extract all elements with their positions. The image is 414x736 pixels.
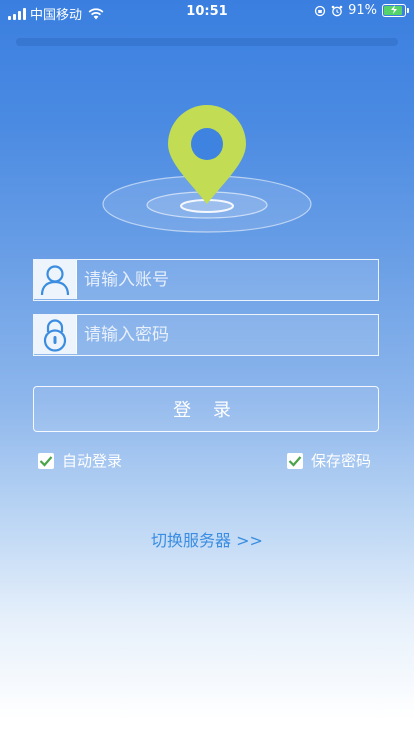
login-button[interactable]: 登 录 [33, 386, 379, 432]
password-input[interactable] [84, 315, 374, 354]
account-input[interactable] [84, 260, 374, 299]
account-field[interactable] [33, 259, 379, 301]
password-field[interactable] [33, 314, 379, 356]
save-password-label: 保存密码 [311, 452, 372, 470]
login-screen: 中国移动 10:51 91% 请输入账号 登 录 自动登录 保存密码 切换服务器… [0, 0, 414, 736]
checkmark-icon [39, 455, 53, 467]
status-right: 91% [314, 3, 409, 18]
account-icon-box [34, 260, 77, 299]
battery-percent: 91% [348, 3, 377, 18]
checkmark-icon [288, 455, 302, 467]
alarm-icon [331, 5, 343, 16]
password-icon-box [34, 315, 77, 354]
save-password-checkbox[interactable] [287, 452, 303, 469]
lock-icon [43, 318, 67, 352]
header-band [16, 38, 398, 46]
status-bar: 中国移动 10:51 91% [0, 0, 414, 24]
rotation-lock-icon [314, 5, 326, 16]
switch-server-link[interactable]: 切换服务器 >> [0, 527, 414, 551]
user-icon [40, 264, 70, 295]
auto-login-option[interactable]: 自动登录 [38, 450, 122, 471]
battery-icon [382, 4, 409, 17]
save-password-option[interactable]: 保存密码 [287, 450, 371, 471]
location-pin-icon [102, 105, 312, 233]
auto-login-label: 自动登录 [62, 452, 123, 470]
auto-login-checkbox[interactable] [38, 452, 54, 469]
